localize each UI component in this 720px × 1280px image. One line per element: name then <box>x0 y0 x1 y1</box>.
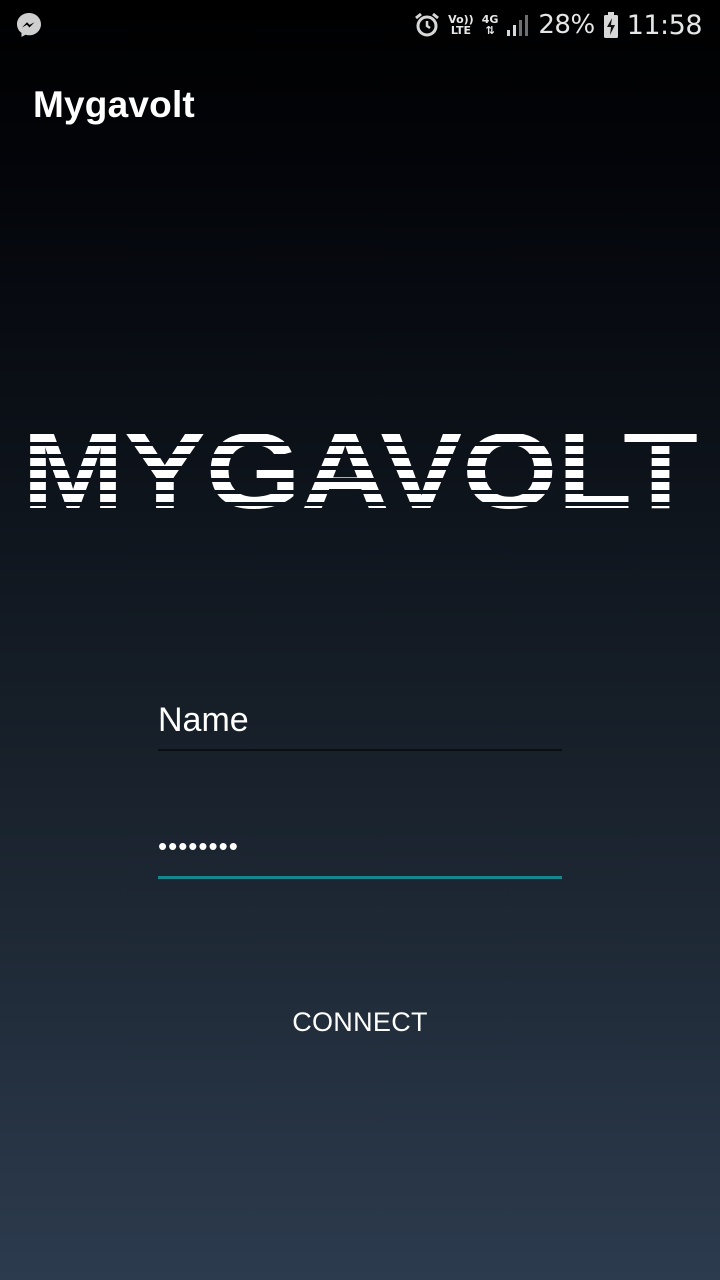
volte-label-bottom: LTE <box>450 24 472 37</box>
volte-indicator: Vo)) LTE <box>448 14 474 36</box>
svg-text:MYGAVOLT: MYGAVOLT <box>22 422 698 510</box>
battery-charging-icon <box>603 11 619 39</box>
alarm-icon <box>414 12 440 38</box>
clock: 11:58 <box>626 9 703 41</box>
messenger-icon <box>15 11 43 39</box>
status-bar: Vo)) LTE 4G ⇅ 28% 11:58 <box>0 0 720 50</box>
password-field[interactable]: •••••••• <box>158 820 562 879</box>
app-title: Mygavolt <box>33 84 195 125</box>
connect-button[interactable]: CONNECT <box>240 990 480 1054</box>
data-arrows-icon: ⇅ <box>485 24 495 37</box>
battery-percent: 28% <box>538 10 595 40</box>
name-field[interactable]: Name <box>158 692 562 751</box>
name-field-value: Name <box>158 701 249 739</box>
network-indicator: 4G ⇅ <box>482 14 499 36</box>
signal-icon <box>506 13 530 37</box>
mygavolt-logo: MYGAVOLT <box>22 422 698 510</box>
password-field-value: •••••••• <box>158 831 239 861</box>
